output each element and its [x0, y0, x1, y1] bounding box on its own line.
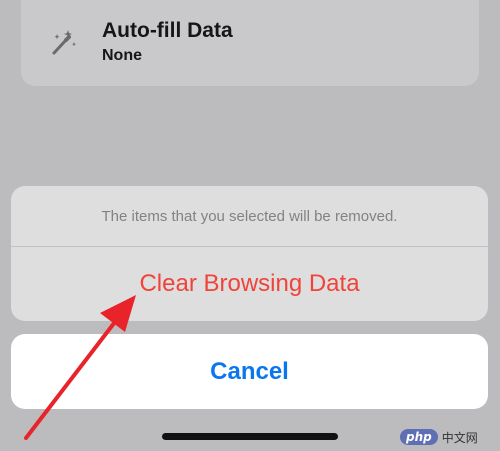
- watermark-logo: php: [400, 429, 438, 445]
- clear-browsing-data-button[interactable]: Clear Browsing Data: [11, 247, 488, 321]
- magic-wand-icon: [52, 30, 76, 55]
- watermark-text: 中文网: [441, 430, 478, 445]
- cancel-button[interactable]: Cancel: [11, 334, 488, 409]
- action-sheet-message: The items that you selected will be remo…: [101, 207, 398, 225]
- autofill-value: None: [102, 47, 142, 64]
- home-indicator: [162, 433, 338, 440]
- autofill-title: Auto-fill Data: [102, 19, 233, 42]
- action-sheet: The items that you selected will be remo…: [11, 186, 488, 321]
- site-watermark: php 中文网: [400, 427, 478, 447]
- autofill-settings-card: [21, 0, 479, 86]
